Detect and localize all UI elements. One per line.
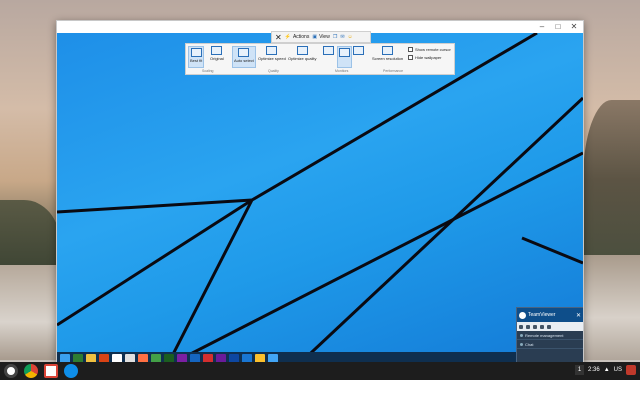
monitor-icon [339, 48, 350, 57]
teamviewer-ribbon: Best fit Original Auto select Optimize s… [185, 43, 455, 75]
wifi-icon: ▲ [603, 367, 610, 373]
monitor-all-button[interactable] [353, 46, 364, 68]
wallpaper-hill-right [583, 100, 640, 260]
checkbox-box[interactable] [408, 47, 413, 52]
teamviewer-panel-row[interactable]: Remote management [517, 331, 583, 340]
screen-resolution-button[interactable]: Screen resolution [372, 46, 403, 68]
notification-count[interactable]: 1 [575, 365, 585, 375]
row-bullet-icon [520, 333, 523, 337]
group-performance-label: Performance [383, 69, 404, 73]
smiley-icon[interactable]: ☺ [348, 34, 353, 40]
tab-actions[interactable]: ⚡ Actions [285, 34, 310, 40]
show-remote-cursor-checkbox[interactable]: Show remote cursor [408, 47, 451, 52]
auto-select-icon [238, 48, 250, 57]
original-label: Original [210, 56, 224, 61]
input-method-label: US [613, 367, 622, 373]
original-icon [211, 46, 223, 55]
monitor-icon [323, 46, 334, 55]
close-icon[interactable]: ✕ [576, 312, 581, 319]
view-icon: ▣ [312, 34, 318, 40]
tab-actions-label: Actions [292, 34, 310, 40]
maximize-icon[interactable]: □ [553, 22, 563, 32]
optimize-quality-button[interactable]: Optimize quality [288, 46, 316, 68]
avatar[interactable] [626, 365, 636, 375]
best-fit-icon [190, 48, 202, 57]
speed-gauge-icon [266, 46, 278, 55]
auto-select-label: Auto select [234, 58, 254, 63]
wallpaper-hill-left [0, 200, 60, 270]
panel-tool-icon[interactable] [526, 324, 530, 329]
status-tray[interactable]: 1 2:36 ▲ US [575, 365, 636, 375]
chrome-icon[interactable] [24, 364, 38, 378]
checkbox-label: Hide wallpaper [415, 55, 442, 60]
quality-icon [296, 46, 308, 55]
gmail-icon[interactable] [44, 364, 58, 378]
best-fit-button[interactable]: Best fit [188, 46, 205, 68]
panel-tool-icon[interactable] [540, 324, 544, 329]
teamviewer-panel-row[interactable]: Chat [517, 340, 583, 349]
group-monitors-label: Monitors [335, 69, 349, 73]
panel-tool-icon[interactable] [519, 324, 523, 329]
tab-view[interactable]: ▣ View [312, 34, 329, 40]
teamviewer-panel[interactable]: TeamViewer ✕ Remote management Chat [516, 307, 583, 363]
teamviewer-panel-title: TeamViewer [528, 312, 556, 318]
launcher-icon[interactable] [4, 364, 18, 378]
original-button[interactable]: Original [210, 46, 224, 68]
row-bullet-icon [520, 342, 523, 346]
panel-tool-icon[interactable] [533, 324, 537, 329]
checkbox-label: Show remote cursor [415, 47, 451, 52]
window-icon[interactable]: ❐ [333, 34, 337, 40]
optimize-speed-button[interactable]: Optimize speed [258, 46, 286, 68]
windows-wallpaper-lines [57, 33, 583, 366]
close-window-icon[interactable]: ✕ [569, 22, 579, 32]
actions-icon: ⚡ [284, 34, 291, 40]
wallpaper-sea-left [0, 265, 60, 360]
panel-tool-icon[interactable] [547, 324, 551, 329]
bottom-bar [0, 380, 640, 400]
hide-wallpaper-checkbox[interactable]: Hide wallpaper [408, 55, 441, 60]
monitor-1-button[interactable] [323, 46, 334, 68]
row-label: Remote management [525, 332, 564, 338]
monitor-icon [353, 46, 364, 55]
shelf-apps [0, 364, 78, 378]
chat-icon[interactable]: ✉ [340, 34, 344, 40]
screen-resolution-icon [382, 46, 394, 55]
teamviewer-panel-toolbar [517, 322, 583, 331]
optimize-quality-label: Optimize quality [288, 56, 317, 61]
teamviewer-remote-window[interactable]: – □ ✕ TeamViewer ✕ Remote management Cha… [56, 20, 584, 366]
checkbox-box[interactable] [408, 55, 413, 60]
teamviewer-panel-header: TeamViewer ✕ [517, 308, 583, 322]
close-icon[interactable]: ✕ [275, 33, 282, 42]
group-quality-label: Quality [268, 69, 279, 73]
best-fit-label: Best fit [190, 58, 203, 63]
remote-desktop[interactable]: TeamViewer ✕ Remote management Chat [57, 33, 583, 366]
teamviewer-tabbar: ✕ ⚡ Actions ▣ View ❐ ✉ ☺ [271, 31, 371, 43]
teamviewer-logo-icon [519, 311, 526, 319]
group-scaling-label: Scaling [202, 69, 214, 73]
tab-view-label: View [319, 34, 330, 40]
monitor-2-button[interactable] [337, 46, 352, 68]
teamviewer-icon[interactable] [64, 364, 78, 378]
optimize-speed-label: Optimize speed [258, 56, 286, 61]
minimize-icon[interactable]: – [537, 22, 547, 32]
time-display: 2:36 [588, 367, 600, 373]
row-label: Chat [525, 341, 534, 347]
auto-select-button[interactable]: Auto select [232, 46, 256, 68]
screen-resolution-label: Screen resolution [372, 56, 404, 61]
wallpaper-sea-right [583, 255, 640, 360]
window-controls: – □ ✕ [537, 22, 579, 32]
chromeos-shelf: 1 2:36 ▲ US [0, 362, 640, 380]
